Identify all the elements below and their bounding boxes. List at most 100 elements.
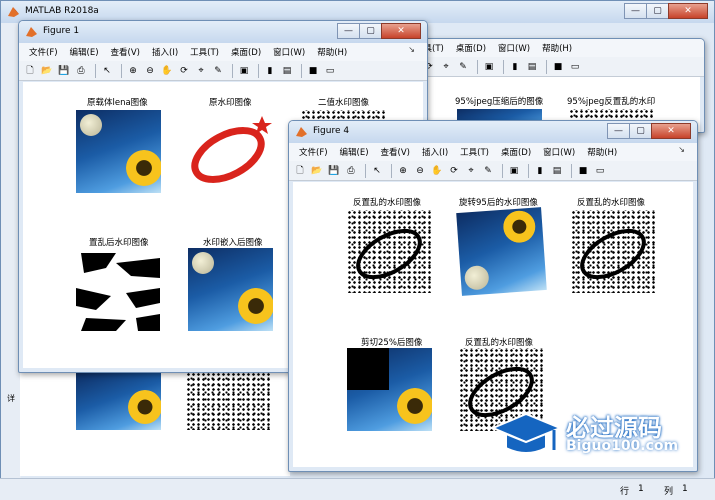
plot-title-unscrambled-1: 反置乱的水印图像 [353,198,422,208]
watermarked-image [188,248,273,331]
dock-arrow-icon[interactable]: ↘ [402,45,421,54]
menu-view[interactable]: 查看(V) [375,146,416,158]
legend-icon[interactable]: ▤ [280,64,294,78]
menu-help[interactable]: 帮助(H) [581,146,623,158]
col-value: 1 [682,484,688,494]
colorbar-icon[interactable]: ▮ [508,60,522,74]
lower-photo [76,372,161,430]
figure4-controls: — ▢ ✕ [607,123,691,139]
unscrambled-watermark-2 [571,210,656,293]
open-folder-icon[interactable]: 📂 [310,164,324,178]
data-cursor-icon[interactable]: ⌖ [194,64,208,78]
save-icon[interactable]: 💾 [57,64,71,78]
menu-edit[interactable]: 编辑(E) [334,146,375,158]
dock-icon[interactable]: ▭ [568,60,582,74]
unscrambled-watermark-1 [347,210,432,293]
link-icon[interactable]: ▣ [507,164,521,178]
menu-help[interactable]: 帮助(H) [536,42,578,54]
print-icon[interactable]: ⎙ [74,64,88,78]
maximize-button[interactable]: ▢ [629,123,652,139]
figure1-titlebar[interactable]: Figure 1 — ▢ ✕ [19,21,427,43]
link-icon[interactable]: ▣ [237,64,251,78]
lena-carrier-image [76,110,161,193]
status-bar: 行 1 列 1 [0,478,715,500]
col-label: 列 [664,487,674,497]
colorbar-icon[interactable]: ▮ [533,164,547,178]
maximize-button[interactable]: ▢ [359,23,382,39]
zoom-in-icon[interactable]: ⊕ [126,64,140,78]
open-folder-icon[interactable]: 📂 [40,64,54,78]
plot-title-rotated: 旋转95后的水印图像 [459,198,538,208]
link-icon[interactable]: ▣ [482,60,496,74]
graduation-cap-icon [490,412,563,454]
new-file-icon[interactable]: 🗋 [293,164,307,178]
zoom-in-icon[interactable]: ⊕ [396,164,410,178]
lower-speck-image [186,372,271,430]
figure1-controls: — ▢ ✕ [337,23,421,39]
pan-icon[interactable]: ✋ [160,64,174,78]
legend-icon[interactable]: ▤ [550,164,564,178]
pointer-icon[interactable]: ↖ [100,64,114,78]
menu-help[interactable]: 帮助(H) [311,46,353,58]
row-value: 1 [638,484,644,494]
hide-tools-icon[interactable]: ■ [551,60,565,74]
plot-title-unscrambled-2: 反置乱的水印图像 [577,198,646,208]
brush-icon[interactable]: ✎ [456,60,470,74]
menu-edit[interactable]: 编辑(E) [64,46,105,58]
figure-icon [295,125,308,138]
menu-insert[interactable]: 插入(I) [416,146,454,158]
pan-icon[interactable]: ✋ [430,164,444,178]
main-window-controls: — ▢ ✕ [624,3,708,19]
behind-lower-canvas [20,372,290,476]
figure-behind-window[interactable]: 工具(T) 桌面(D) 窗口(W) 帮助(H) ✋ ⟳ ⌖ ✎ ▣ ▮ ▤ ■ … [400,38,705,133]
plot-title-embedded: 水印嵌入后图像 [203,238,263,248]
plot-title-cropped: 剪切25%后图像 [361,338,423,348]
menu-window[interactable]: 窗口(W) [537,146,581,158]
dock-icon[interactable]: ▭ [323,64,337,78]
hide-tools-icon[interactable]: ■ [576,164,590,178]
rotate-icon[interactable]: ⟳ [177,64,191,78]
minimize-button[interactable]: — [624,3,647,19]
maximize-button[interactable]: ▢ [646,3,669,19]
menu-desktop[interactable]: 桌面(D) [225,46,267,58]
close-button[interactable]: ✕ [381,23,421,39]
legend-icon[interactable]: ▤ [525,60,539,74]
hide-tools-icon[interactable]: ■ [306,64,320,78]
data-cursor-icon[interactable]: ⌖ [464,164,478,178]
menu-insert[interactable]: 插入(I) [146,46,184,58]
menu-file[interactable]: 文件(F) [293,146,334,158]
menu-desktop[interactable]: 桌面(D) [495,146,537,158]
pointer-icon[interactable]: ↖ [370,164,384,178]
minimize-button[interactable]: — [337,23,360,39]
save-icon[interactable]: 💾 [327,164,341,178]
print-icon[interactable]: ⎙ [344,164,358,178]
zoom-out-icon[interactable]: ⊖ [413,164,427,178]
close-button[interactable]: ✕ [668,3,708,19]
figure4-titlebar[interactable]: Figure 4 — ▢ ✕ [289,121,697,143]
menu-tools[interactable]: 工具(T) [454,146,495,158]
dock-arrow-icon[interactable]: ↘ [672,145,691,154]
brush-icon[interactable]: ✎ [481,164,495,178]
figure1-toolbar: 🗋 📂 💾 ⎙ ↖ ⊕ ⊖ ✋ ⟳ ⌖ ✎ ▣ ▮ ▤ ■ ▭ [19,61,427,81]
figure1-menubar: 文件(F) 编辑(E) 查看(V) 插入(I) 工具(T) 桌面(D) 窗口(W… [19,43,427,61]
menu-tools[interactable]: 工具(T) [184,46,225,58]
logo-url-text: Biguo100.com [566,438,679,454]
rotate-icon[interactable]: ⟳ [447,164,461,178]
original-watermark-image [188,110,273,193]
zoom-out-icon[interactable]: ⊖ [143,64,157,78]
menu-window[interactable]: 窗口(W) [492,42,536,54]
menu-window[interactable]: 窗口(W) [267,46,311,58]
menu-desktop[interactable]: 桌面(D) [450,42,492,54]
dock-icon[interactable]: ▭ [593,164,607,178]
menu-view[interactable]: 查看(V) [105,46,146,58]
row-label: 行 [620,487,630,497]
colorbar-icon[interactable]: ▮ [263,64,277,78]
menu-file[interactable]: 文件(F) [23,46,64,58]
brush-icon[interactable]: ✎ [211,64,225,78]
close-button[interactable]: ✕ [651,123,691,139]
data-cursor-icon[interactable]: ⌖ [439,60,453,74]
new-file-icon[interactable]: 🗋 [23,64,37,78]
figure4-toolbar: 🗋 📂 💾 ⎙ ↖ ⊕ ⊖ ✋ ⟳ ⌖ ✎ ▣ ▮ ▤ ■ ▭ [289,161,697,181]
rotated-image [456,207,547,296]
minimize-button[interactable]: — [607,123,630,139]
